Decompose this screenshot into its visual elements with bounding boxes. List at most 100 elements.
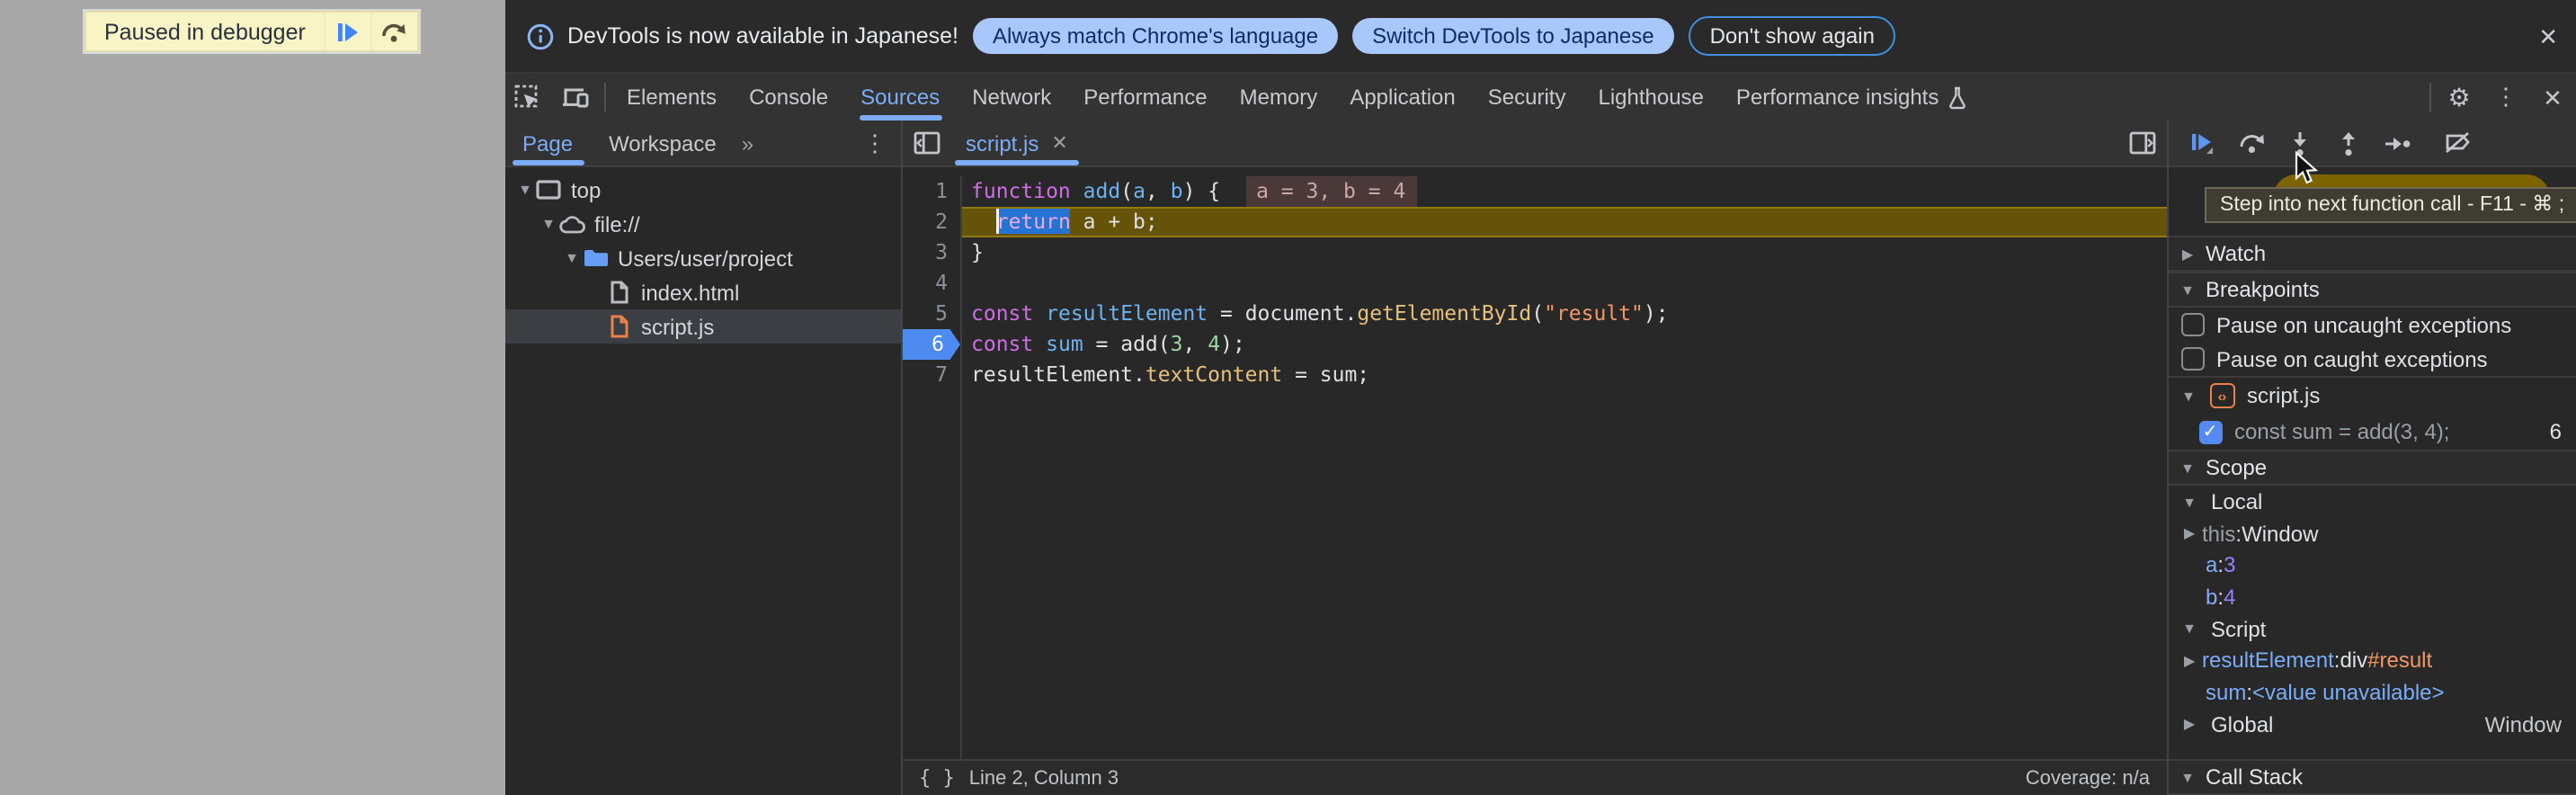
- hide-debugger-pane-icon[interactable]: [2119, 121, 2166, 165]
- group-expander-icon[interactable]: ▼: [2180, 388, 2197, 404]
- section-expander-icon[interactable]: ▼: [2179, 769, 2197, 785]
- checkbox-unchecked[interactable]: [2180, 313, 2204, 336]
- more-options-icon[interactable]: ⋮: [2482, 74, 2529, 121]
- devtools-close-icon[interactable]: ✕: [2529, 74, 2576, 121]
- code-line-1[interactable]: function add(a, b) {a = 3, b = 4: [962, 176, 2166, 207]
- breakpoint-badge[interactable]: 6: [903, 329, 960, 360]
- tree-item-users-user-project[interactable]: ▼Users/user/project: [504, 241, 901, 275]
- tab-workspace[interactable]: Workspace: [591, 121, 735, 165]
- scope-var-this[interactable]: ▶this: Window: [2168, 518, 2576, 549]
- line-number[interactable]: 4: [903, 268, 960, 299]
- step-over-button[interactable]: [2227, 120, 2276, 166]
- scope-var-sum[interactable]: sum: <value unavailable>: [2168, 676, 2576, 708]
- section-call-stack[interactable]: ▼Call Stack: [2168, 759, 2576, 795]
- step-over-button[interactable]: [370, 13, 417, 50]
- expand-icon[interactable]: ▶: [2184, 653, 2202, 669]
- resume-button[interactable]: [2179, 120, 2227, 166]
- line-number[interactable]: 2: [903, 207, 960, 237]
- scope-expander-icon[interactable]: ▼: [2180, 494, 2198, 510]
- editor-toolbar-spacer: [1084, 121, 2119, 165]
- deactivate-breakpoints-button[interactable]: [2434, 120, 2482, 166]
- breakpoint-file-group[interactable]: ▼‹›script.js: [2168, 378, 2576, 414]
- switch-devtools-japanese-button[interactable]: Switch DevTools to Japanese: [1352, 18, 1674, 54]
- code-line-5[interactable]: const resultElement = document.getElemen…: [962, 299, 2166, 329]
- section-expander-icon[interactable]: ▼: [2179, 281, 2197, 298]
- tab-security[interactable]: Security: [1472, 74, 1582, 121]
- section-breakpoints[interactable]: ▼Breakpoints: [2168, 272, 2576, 308]
- separator: :: [2334, 648, 2340, 674]
- line-number[interactable]: 1: [903, 176, 960, 207]
- navigator-toolbar: Page Workspace » ⋮: [504, 121, 901, 167]
- tab-performance-insights[interactable]: Performance insights: [1720, 74, 1983, 121]
- navigator-toggle-icon[interactable]: [903, 121, 949, 165]
- code-line-6[interactable]: const sum = add(3, 4);: [962, 329, 2166, 360]
- section-expander-icon[interactable]: ▶: [2179, 246, 2197, 262]
- tab-page[interactable]: Page: [504, 121, 591, 165]
- always-match-language-button[interactable]: Always match Chrome's language: [973, 18, 1338, 54]
- more-tabs-icon[interactable]: »: [735, 121, 759, 165]
- editor-tab-script-js[interactable]: script.js ✕: [949, 121, 1084, 165]
- expander-icon[interactable]: ▼: [515, 182, 535, 198]
- checkbox-unchecked[interactable]: [2180, 347, 2204, 371]
- code-token: a: [1133, 178, 1145, 203]
- tree-item-script-js[interactable]: script.js: [504, 309, 901, 344]
- expander-icon[interactable]: ▼: [539, 216, 558, 232]
- scope-var-resultelement[interactable]: ▶resultElement: div#result: [2168, 645, 2576, 676]
- code-token: ,: [1145, 178, 1171, 203]
- code-line-3[interactable]: }: [962, 237, 2166, 268]
- scope-var-a[interactable]: a: 3: [2168, 549, 2576, 581]
- exception-toggle-1[interactable]: Pause on caught exceptions: [2168, 342, 2576, 376]
- tab-elements[interactable]: Elements: [611, 74, 733, 121]
- breakpoint-entry[interactable]: ✓const sum = add(3, 4);6: [2168, 414, 2576, 450]
- tab-console[interactable]: Console: [733, 74, 844, 121]
- infobar-close-icon[interactable]: ✕: [2538, 24, 2558, 48]
- tab-performance[interactable]: Performance: [1067, 74, 1223, 121]
- section-watch[interactable]: ▶Watch: [2168, 236, 2576, 272]
- code-line-2[interactable]: return a + b;: [962, 207, 2166, 237]
- inspect-element-icon[interactable]: [504, 74, 551, 121]
- settings-gear-icon[interactable]: ⚙: [2436, 74, 2482, 121]
- line-number[interactable]: 5: [903, 299, 960, 329]
- breakpoint-checkbox-checked[interactable]: ✓: [2198, 420, 2222, 443]
- scope-group-global[interactable]: ▶GlobalWindow: [2168, 708, 2576, 740]
- scope-expander-icon[interactable]: ▶: [2180, 716, 2198, 732]
- dont-show-again-button[interactable]: Don't show again: [1689, 16, 1896, 56]
- frame-icon: [535, 178, 562, 201]
- pretty-print-icon[interactable]: { }: [919, 766, 955, 790]
- device-toolbar-icon[interactable]: [551, 74, 598, 121]
- expander-icon[interactable]: ▼: [562, 250, 582, 266]
- flex-filler: [2168, 740, 2576, 759]
- scope-expander-icon[interactable]: ▼: [2180, 621, 2198, 637]
- code-token: a + b;: [1071, 209, 1158, 234]
- code-line-7[interactable]: resultElement.textContent = sum;: [962, 360, 2166, 390]
- editor-code[interactable]: function add(a, b) {a = 3, b = 4 return …: [960, 176, 2166, 759]
- tab-lighthouse[interactable]: Lighthouse: [1582, 74, 1719, 121]
- scope-group-local[interactable]: ▼Local: [2168, 486, 2576, 518]
- code-token: (: [1120, 178, 1133, 203]
- code-line-4[interactable]: [962, 268, 2166, 299]
- section-scope[interactable]: ▼Scope: [2168, 450, 2576, 486]
- scope-group-script[interactable]: ▼Script: [2168, 612, 2576, 645]
- tab-sources[interactable]: Sources: [844, 74, 956, 121]
- section-expander-icon[interactable]: ▼: [2179, 460, 2197, 476]
- editor-gutter[interactable]: 1234567: [903, 176, 960, 759]
- tree-item-top[interactable]: ▼top: [504, 173, 901, 207]
- code-editor[interactable]: 1234567 function add(a, b) {a = 3, b = 4…: [903, 167, 2166, 759]
- step-out-button[interactable]: [2324, 120, 2373, 166]
- tab-application[interactable]: Application: [1333, 74, 1471, 121]
- step-button[interactable]: [2373, 120, 2421, 166]
- scope-var-b[interactable]: b: 4: [2168, 581, 2576, 612]
- resume-script-button[interactable]: [324, 13, 370, 50]
- expand-icon[interactable]: ▶: [2184, 526, 2202, 542]
- line-number[interactable]: 7: [903, 360, 960, 390]
- tab-label: Performance insights: [1736, 85, 1939, 110]
- devtools-main-toolbar: ElementsConsoleSourcesNetworkPerformance…: [504, 72, 2576, 121]
- tree-item-index-html[interactable]: index.html: [504, 275, 901, 309]
- tab-close-icon[interactable]: ✕: [1051, 131, 1067, 155]
- exception-toggle-0[interactable]: Pause on uncaught exceptions: [2168, 308, 2576, 342]
- tab-network[interactable]: Network: [956, 74, 1067, 121]
- tab-memory[interactable]: Memory: [1224, 74, 1334, 121]
- line-number[interactable]: 3: [903, 237, 960, 268]
- navigator-menu-icon[interactable]: ⋮: [849, 121, 901, 165]
- tree-item-file-[interactable]: ▼file://: [504, 207, 901, 241]
